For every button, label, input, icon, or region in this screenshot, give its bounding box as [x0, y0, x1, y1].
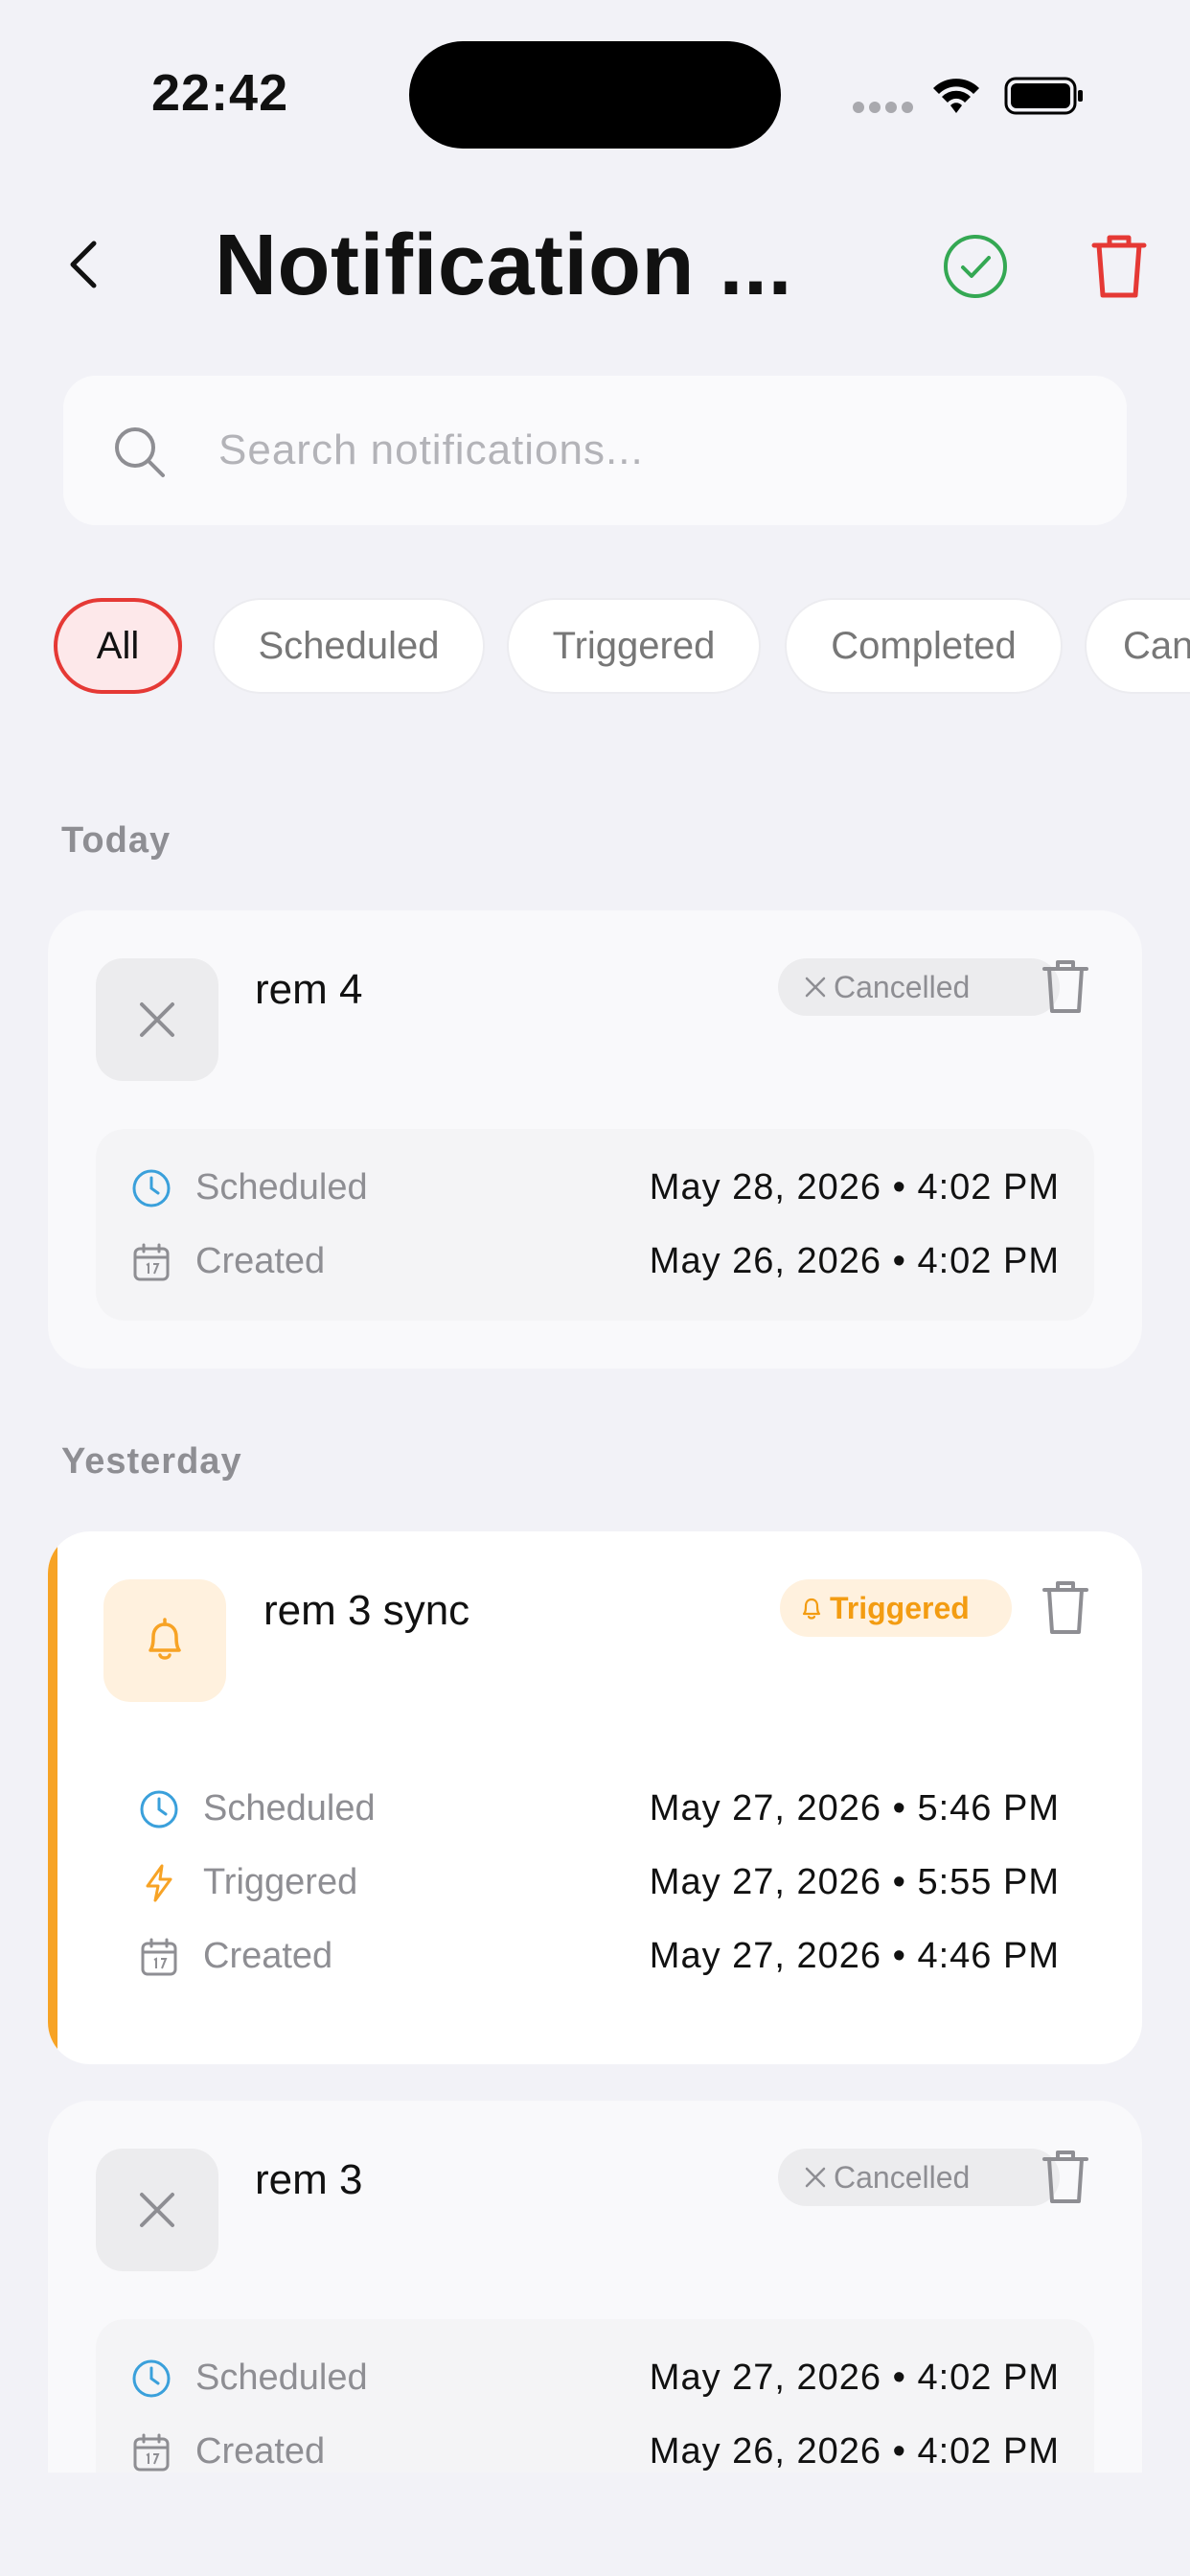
detail-row: Scheduled May 27, 2026 • 4:02 PM	[96, 2350, 1094, 2407]
status-tile	[103, 1579, 226, 1702]
notification-card[interactable]: rem 3 sync Triggered Scheduled May 27, 2…	[48, 1531, 1142, 2064]
calendar-icon	[133, 2433, 170, 2472]
delete-trash-icon[interactable]	[1041, 2147, 1090, 2206]
back-chevron-icon[interactable]	[59, 236, 109, 293]
close-icon	[140, 1002, 174, 1037]
status-tile	[96, 958, 218, 1081]
close-icon	[805, 977, 826, 998]
search-input[interactable]	[218, 422, 1081, 479]
status-badge: Cancelled	[778, 2149, 1060, 2206]
delete-all-trash-icon[interactable]	[1088, 230, 1150, 301]
wifi-icon	[933, 79, 979, 113]
clock-icon	[140, 1790, 178, 1828]
triggered-accent-bar	[48, 1531, 57, 2064]
cellular-signal-icon	[853, 102, 914, 113]
bell-icon	[802, 1598, 821, 1620]
dynamic-island	[409, 41, 781, 149]
status-time: 22:42	[151, 64, 289, 122]
clock-icon	[132, 1169, 171, 1208]
details-panel: Scheduled May 28, 2026 • 4:02 PM Created…	[96, 1129, 1094, 1321]
detail-row: Created May 26, 2026 • 4:02 PM	[96, 2424, 1094, 2472]
bell-icon	[149, 1618, 181, 1660]
section-title-yesterday: Yesterday	[61, 1441, 242, 1482]
notification-card[interactable]: rem 3 Cancelled Scheduled May 27, 2026 •…	[48, 2101, 1142, 2472]
notification-card[interactable]: rem 4 Cancelled Scheduled May 28, 2026 •…	[48, 910, 1142, 1368]
lightning-icon	[146, 1864, 172, 1902]
card-title: rem 4	[255, 966, 363, 1013]
detail-row: Created May 27, 2026 • 4:46 PM	[103, 1928, 1094, 1986]
detail-row: Scheduled May 27, 2026 • 5:46 PM	[103, 1781, 1094, 1838]
details-panel: Scheduled May 27, 2026 • 4:02 PM Created…	[96, 2319, 1094, 2472]
close-icon	[805, 2167, 826, 2188]
detail-row: Scheduled May 28, 2026 • 4:02 PM	[96, 1160, 1094, 1217]
detail-row: Triggered May 27, 2026 • 5:55 PM	[103, 1854, 1094, 1912]
filter-chip-scheduled[interactable]: Scheduled	[213, 598, 485, 694]
filter-chip-triggered[interactable]: Triggered	[507, 598, 761, 694]
clock-icon	[132, 2359, 171, 2398]
delete-trash-icon[interactable]	[1041, 956, 1090, 1016]
filter-chip-completed[interactable]: Completed	[785, 598, 1063, 694]
filter-chip-cancelled[interactable]: Can	[1085, 598, 1190, 694]
card-title: rem 3 sync	[263, 1587, 470, 1634]
calendar-icon	[141, 1938, 177, 1976]
close-icon	[140, 2193, 174, 2227]
status-tile	[96, 2149, 218, 2271]
filter-chip-all[interactable]: All	[54, 598, 182, 694]
status-badge: Cancelled	[778, 958, 1060, 1016]
list-clip: rem 3 Cancelled Scheduled May 27, 2026 •…	[0, 2101, 1190, 2472]
calendar-icon	[133, 1243, 170, 1281]
battery-icon	[1004, 77, 1083, 115]
status-badge: Triggered	[780, 1579, 1012, 1637]
delete-trash-icon[interactable]	[1041, 1577, 1090, 1637]
card-title: rem 3	[255, 2156, 363, 2203]
page-title: Notification ...	[215, 218, 792, 313]
search-icon	[115, 427, 165, 477]
details-panel: Scheduled May 27, 2026 • 5:46 PM Trigger…	[103, 1750, 1094, 2018]
mark-all-read-check-icon[interactable]	[941, 232, 1010, 301]
section-title-today: Today	[61, 820, 172, 861]
detail-row: Created May 26, 2026 • 4:02 PM	[96, 1233, 1094, 1291]
